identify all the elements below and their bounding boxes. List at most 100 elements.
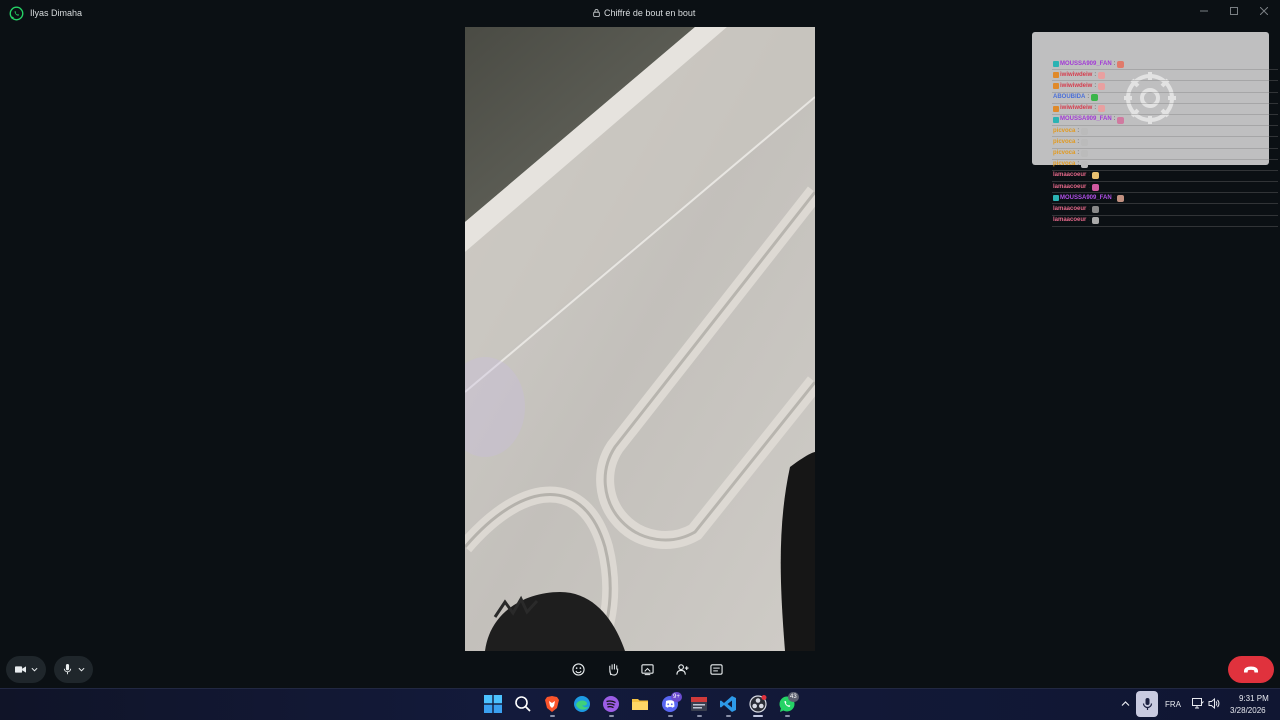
chat-separator: :: [1088, 205, 1091, 212]
chat-separator: :: [1113, 116, 1116, 123]
clock-time[interactable]: 9:31 PM: [1239, 694, 1269, 703]
chat-separator: :: [1077, 150, 1080, 156]
microphone-icon: [1142, 698, 1152, 710]
emote-icon: [1098, 82, 1106, 90]
chat-message: MOUSSA909_FAN:: [1052, 193, 1278, 205]
windows-logo-icon: [484, 695, 502, 713]
raise-hand-button[interactable]: [605, 661, 621, 677]
chat-username[interactable]: picvoca: [1053, 148, 1075, 159]
close-icon: [1260, 7, 1268, 15]
add-person-icon: [675, 663, 689, 675]
taskbar-spotify[interactable]: [601, 694, 621, 714]
taskbar-edge[interactable]: [572, 694, 592, 714]
emote-icon: [1092, 217, 1100, 225]
emote-icon: [1092, 183, 1100, 191]
chat-username[interactable]: iwiwiwdeiw: [1060, 103, 1092, 114]
volume-icon[interactable]: [1208, 698, 1220, 709]
input-language-indicator[interactable]: FRA: [1165, 700, 1181, 709]
taskbar-brave[interactable]: [542, 694, 562, 714]
chat-username[interactable]: lamaacoeur: [1053, 215, 1086, 226]
user-badge-icon: [1053, 195, 1059, 202]
chat-separator: :: [1077, 138, 1080, 145]
user-badge-icon: [1053, 117, 1059, 124]
chat-separator: :: [1087, 94, 1090, 101]
chat-message: iwiwiwdeiw:: [1052, 70, 1278, 82]
chat-username[interactable]: picvoca: [1053, 159, 1075, 170]
chat-username[interactable]: MOUSSA909_FAN: [1060, 114, 1112, 125]
chat-username[interactable]: picvoca: [1053, 126, 1075, 137]
title-bar: Ilyas Dimaha Chiffré de bout en bout: [0, 0, 1280, 28]
active-app-indicator: [753, 715, 763, 717]
video-camera-icon: [14, 666, 26, 673]
close-button[interactable]: [1255, 4, 1273, 18]
camera-control[interactable]: [6, 656, 46, 683]
raise-hand-icon: [608, 663, 618, 676]
hang-up-icon: [1244, 666, 1258, 672]
chat-username[interactable]: lamaacoeur: [1053, 204, 1086, 215]
emote-icon: [1081, 150, 1089, 158]
chevron-down-icon[interactable]: [31, 666, 38, 673]
running-indicator: [726, 715, 731, 717]
reactions-button[interactable]: [570, 661, 586, 677]
taskbar-obs[interactable]: [748, 694, 768, 714]
running-indicator: [697, 715, 702, 717]
chat-message: MOUSSA909_FAN:: [1052, 114, 1278, 127]
chat-message: picvoca:: [1052, 149, 1278, 160]
encryption-status[interactable]: Chiffré de bout en bout: [593, 8, 695, 18]
whatsapp-badge: 43: [788, 692, 799, 702]
chat-message: iwiwiwdeiw:: [1052, 104, 1278, 115]
edge-browser-icon: [574, 696, 590, 712]
chat-username[interactable]: MOUSSA909_FAN: [1060, 193, 1112, 204]
microphone-in-use-indicator[interactable]: [1136, 691, 1158, 717]
chat-button[interactable]: [708, 661, 724, 677]
chat-separator: :: [1088, 183, 1091, 190]
taskbar-app[interactable]: [689, 694, 709, 714]
running-indicator: [609, 715, 614, 717]
brave-browser-icon: [545, 696, 559, 712]
chevron-down-icon[interactable]: [78, 666, 85, 673]
taskbar-vscode[interactable]: [718, 694, 738, 714]
chat-username[interactable]: iwiwiwdeiw: [1060, 70, 1092, 81]
end-call-button[interactable]: [1228, 656, 1274, 683]
chat-separator: :: [1088, 217, 1091, 224]
discord-badge: 9+: [671, 692, 682, 702]
taskbar-file-explorer[interactable]: [630, 694, 650, 714]
chat-username[interactable]: ABOUBIDA: [1053, 92, 1085, 103]
search-icon: [515, 696, 531, 712]
chat-username[interactable]: lamaacoeur: [1053, 182, 1086, 193]
chat-username[interactable]: picvoca: [1053, 137, 1075, 148]
network-icon[interactable]: [1192, 698, 1204, 709]
taskbar-search-button[interactable]: [513, 694, 533, 714]
encryption-label: Chiffré de bout en bout: [604, 8, 696, 18]
show-hidden-icons-chevron-icon[interactable]: [1121, 700, 1130, 707]
whatsapp-logo-icon: [9, 6, 24, 21]
chat-message: lamaacoeur:: [1052, 182, 1278, 194]
emote-icon: [1098, 105, 1106, 113]
chat-separator: :: [1077, 127, 1080, 134]
share-screen-button[interactable]: [639, 661, 655, 677]
microphone-control[interactable]: [54, 656, 93, 683]
emote-icon: [1117, 116, 1125, 124]
spotify-icon: [603, 696, 619, 712]
user-badge-icon: [1053, 72, 1059, 79]
obs-recording-icon: [749, 695, 767, 713]
maximize-button[interactable]: [1225, 4, 1243, 18]
maximize-icon: [1230, 7, 1238, 15]
minimize-button[interactable]: [1195, 4, 1213, 18]
user-badge-icon: [1053, 105, 1059, 112]
microphone-icon: [63, 664, 72, 675]
user-badge-icon: [1053, 61, 1059, 68]
chat-username[interactable]: iwiwiwdeiw: [1060, 81, 1092, 92]
chat-message: lamaacoeur:: [1052, 170, 1278, 183]
chat-message: lamaacoeur:: [1052, 216, 1278, 227]
chat-username[interactable]: lamaacoeur: [1053, 170, 1086, 181]
chat-username[interactable]: MOUSSA909_FAN: [1060, 59, 1112, 70]
add-participant-button[interactable]: [674, 661, 690, 677]
minimize-icon: [1200, 10, 1208, 12]
call-window: Ilyas Dimaha Chiffré de bout en bout MOU…: [0, 0, 1280, 688]
chat-separator: :: [1094, 82, 1097, 89]
clock-date[interactable]: 3/28/2026: [1230, 706, 1266, 715]
vscode-icon: [720, 696, 736, 712]
start-button[interactable]: [483, 694, 503, 714]
remote-video-feed[interactable]: [465, 27, 815, 651]
